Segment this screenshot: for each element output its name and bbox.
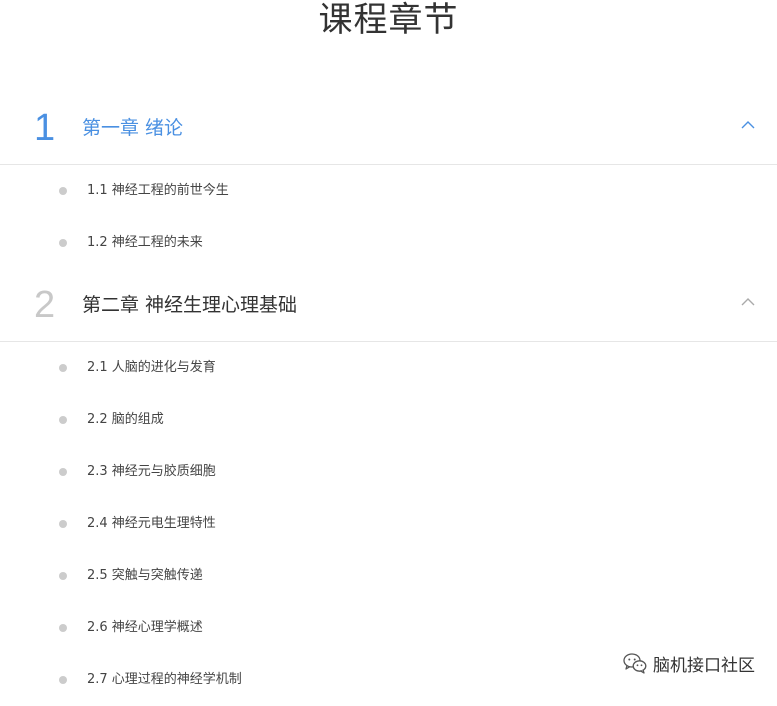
watermark-text: 脑机接口社区 [653,655,755,676]
chapter-header[interactable]: 1 第一章 绪论 [0,92,777,164]
lesson-label: 2.3 神经元与胶质细胞 [87,464,216,479]
lesson-item[interactable]: 1.1 神经工程的前世今生 [0,165,777,217]
lesson-item[interactable]: 1.2 神经工程的未来 [0,217,777,269]
lesson-item[interactable]: 2.3 神经元与胶质细胞 [0,446,777,498]
bullet-icon [59,520,67,528]
chapter-2: 2 第二章 神经生理心理基础 2.1 人脑的进化与发育 2.2 脑的组成 2.3… [0,269,777,706]
lesson-item[interactable]: 2.5 突触与突触传递 [0,550,777,602]
bullet-icon [59,239,67,247]
chapter-number: 2 [34,284,56,326]
chevron-up-icon[interactable] [741,297,755,307]
lesson-label: 2.4 神经元电生理特性 [87,516,216,531]
bullet-icon [59,572,67,580]
chapter-title: 第二章 神经生理心理基础 [82,294,298,316]
bullet-icon [59,676,67,684]
watermark: 脑机接口社区 [623,650,755,676]
chevron-up-icon[interactable] [741,120,755,130]
chapter-1: 1 第一章 绪论 1.1 神经工程的前世今生 1.2 神经工程的未来 [0,92,777,269]
bullet-icon [59,416,67,424]
lesson-label: 2.2 脑的组成 [87,412,164,427]
chapter-header[interactable]: 2 第二章 神经生理心理基础 [0,269,777,341]
lesson-label: 2.6 神经心理学概述 [87,620,203,635]
lesson-label: 2.1 人脑的进化与发育 [87,360,216,375]
page-title: 课程章节 [318,0,459,40]
lesson-item[interactable]: 2.4 神经元电生理特性 [0,498,777,550]
wechat-icon [623,653,647,674]
lesson-item[interactable]: 2.1 人脑的进化与发育 [0,342,777,394]
bullet-icon [59,364,67,372]
chapter-number: 1 [34,107,56,149]
lesson-item[interactable]: 2.6 神经心理学概述 [0,602,777,654]
lesson-label: 1.1 神经工程的前世今生 [87,183,229,198]
lesson-list: 1.1 神经工程的前世今生 1.2 神经工程的未来 [0,165,777,269]
bullet-icon [59,468,67,476]
chapter-title: 第一章 绪论 [82,117,184,139]
lesson-item[interactable]: 2.2 脑的组成 [0,394,777,446]
bullet-icon [59,624,67,632]
lesson-label: 1.2 神经工程的未来 [87,235,203,250]
bullet-icon [59,187,67,195]
lesson-label: 2.7 心理过程的神经学机制 [87,672,242,687]
lesson-label: 2.5 突触与突触传递 [87,568,203,583]
